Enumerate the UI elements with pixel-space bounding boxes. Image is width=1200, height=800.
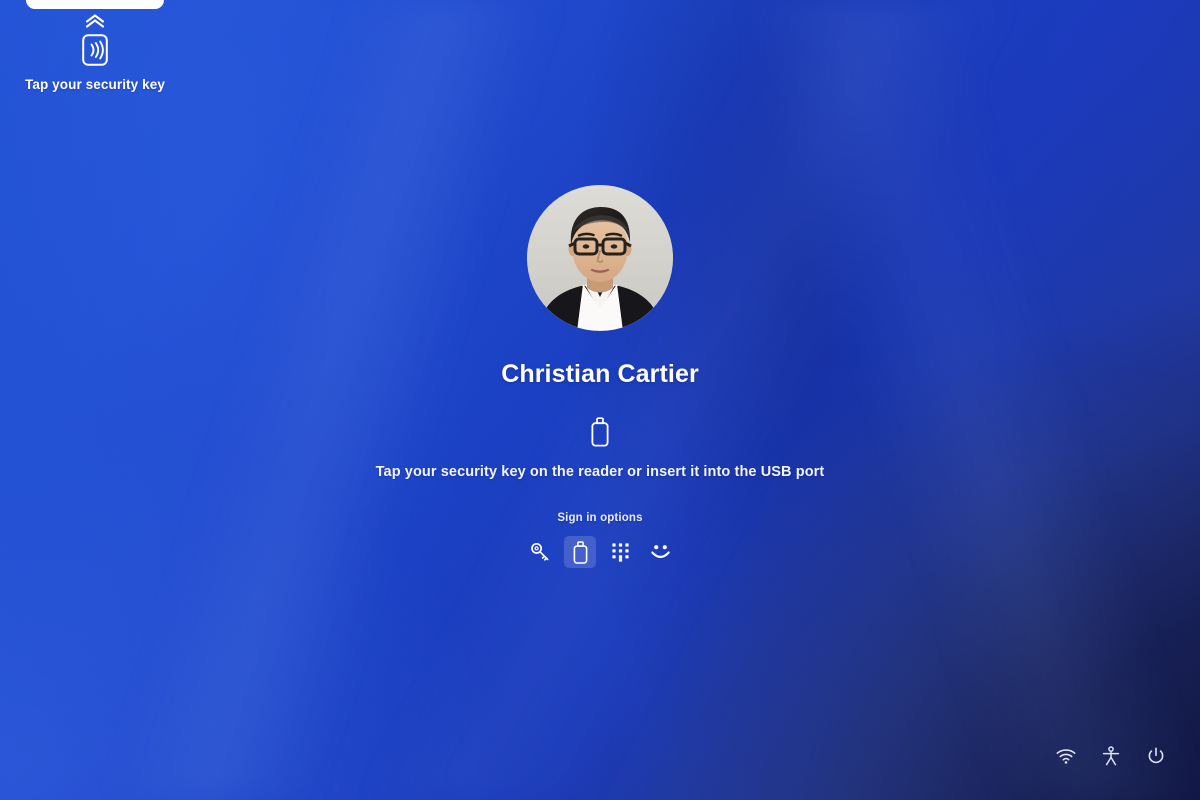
accessibility-icon [1102, 746, 1120, 766]
accessibility-button[interactable] [1097, 742, 1125, 770]
signin-options-row [524, 536, 676, 568]
signin-instruction: Tap your security key on the reader or i… [375, 464, 825, 480]
signin-panel: Christian Cartier Tap your security key … [0, 185, 1200, 568]
face-smile-icon [650, 544, 670, 558]
signin-option-security-key[interactable] [564, 536, 596, 568]
notification-card-stub [26, 0, 164, 9]
nfc-contactless-icon [82, 34, 108, 66]
signin-options-label: Sign in options [557, 512, 643, 524]
notification-label: Tap your security key [25, 77, 165, 92]
signin-option-face[interactable] [644, 536, 676, 568]
page-title: Christian Cartier [501, 360, 699, 388]
wifi-icon [1056, 749, 1076, 764]
network-button[interactable] [1052, 742, 1080, 770]
lock-screen: Tap your security key Christian Cartier … [0, 0, 1200, 800]
signin-option-pin[interactable] [604, 536, 636, 568]
security-key-notification[interactable]: Tap your security key [25, 0, 165, 92]
power-button[interactable] [1142, 742, 1170, 770]
system-tray [1052, 742, 1170, 770]
chevron-double-up-icon[interactable] [84, 14, 106, 28]
avatar [527, 185, 673, 331]
usb-security-key-icon [591, 417, 609, 447]
signin-option-password[interactable] [524, 536, 556, 568]
key-icon [531, 542, 549, 561]
usb-security-key-icon [573, 540, 587, 564]
pin-keypad-icon [611, 543, 629, 562]
power-icon [1148, 747, 1164, 764]
